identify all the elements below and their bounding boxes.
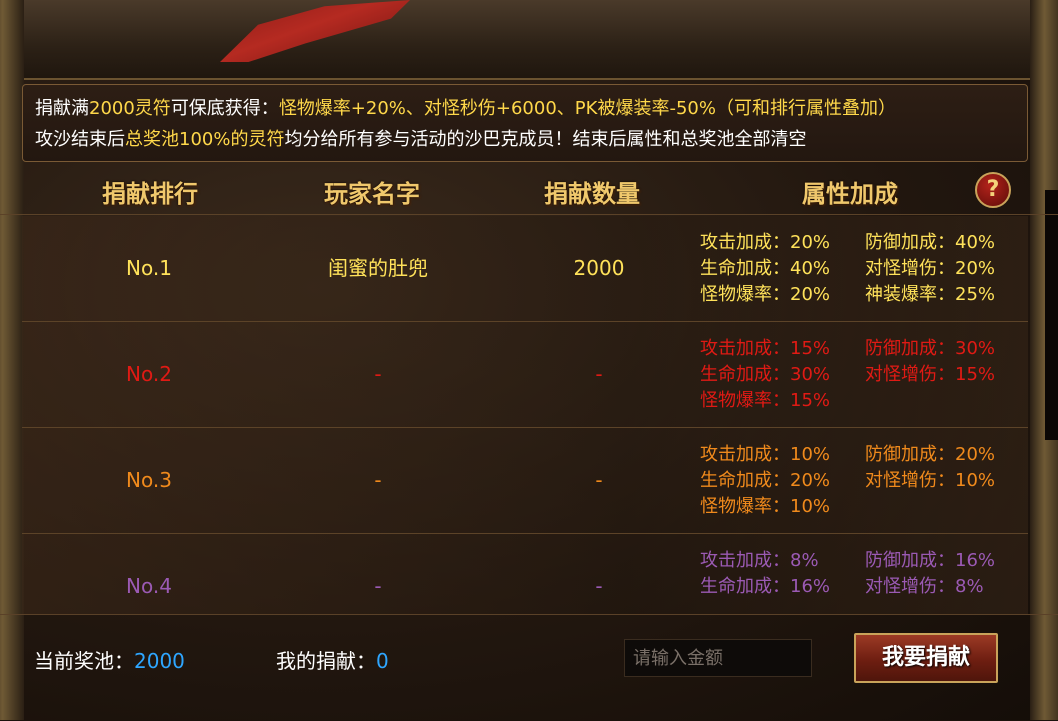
attribute-item: 防御加成：40% [865,232,996,253]
notice-text: 捐献满 [35,98,89,119]
attribute-item: 防御加成：30% [865,338,996,359]
header-amount: 捐献数量 [544,180,640,208]
ranking-row: No.1 闺蜜的肚兜 2000 攻击加成：20% 防御加成：40% 生命加成：4… [22,216,1028,322]
donation-amount: - [595,468,603,492]
attribute-item: 对怪增伤：8% [865,576,984,597]
my-donation-value: 0 [376,649,389,673]
player-name: - [374,574,382,598]
notice-highlight: 怪物爆率+20%、对怪秒伤+6000、PK被爆装率-50%（可和排行属性叠加） [278,98,896,119]
rank-label: No.2 [126,362,172,386]
attribute-item: 防御加成：16% [865,550,996,571]
panel-top-border [0,0,1058,80]
attribute-item: 对怪增伤：20% [865,258,996,279]
ranking-table: No.1 闺蜜的肚兜 2000 攻击加成：20% 防御加成：40% 生命加成：4… [22,216,1028,614]
rank-label: No.3 [126,468,172,492]
my-donation-label: 我的捐献： [276,649,376,673]
attribute-item: 对怪增伤：10% [865,470,996,491]
attribute-item: 神装爆率：25% [865,284,996,305]
player-name: - [374,362,382,386]
notice-text: 可保底获得： [170,98,279,119]
notice-highlight: 2000灵符 [89,98,171,119]
header-attributes: 属性加成 [802,180,898,208]
notice-text: 攻沙结束后 [35,129,125,150]
attribute-item: 防御加成：20% [865,444,996,465]
donation-footer: 当前奖池：2000 我的捐献：0 我要捐献 [0,614,1058,721]
left-ornament [0,0,24,720]
current-pool-label: 当前奖池： [34,649,134,673]
player-name: 闺蜜的肚兜 [328,256,428,280]
header-divider [0,214,1058,215]
attribute-item: 怪物爆率：20% [700,284,831,305]
current-pool: 当前奖池：2000 [34,645,185,674]
attribute-item: 攻击加成：8% [700,550,819,571]
notice-text: 均分给所有参与活动的沙巴克成员！结束后属性和总奖池全部清空 [284,129,807,150]
rank-label: No.4 [126,574,172,598]
attribute-item: 攻击加成：10% [700,444,831,465]
my-donation: 我的捐献：0 [276,645,389,674]
header-player: 玩家名字 [324,180,420,208]
right-edge-strip [1045,190,1058,440]
donate-button[interactable]: 我要捐献 [854,633,998,683]
rank-label: No.1 [126,256,172,280]
attribute-item: 怪物爆率：10% [700,496,831,517]
header-rank: 捐献排行 [102,180,198,208]
donation-amount: - [595,362,603,386]
notice-highlight: 总奖池100%的灵符 [125,129,285,150]
attribute-item: 攻击加成：15% [700,338,831,359]
ranking-row: No.2 - - 攻击加成：15% 防御加成：30% 生命加成：30% 对怪增伤… [22,322,1028,428]
notice-line-2: 攻沙结束后总奖池100%的灵符均分给所有参与活动的沙巴克成员！结束后属性和总奖池… [35,124,1015,155]
attribute-item: 对怪增伤：15% [865,364,996,385]
player-name: - [374,468,382,492]
help-icon[interactable]: ? [975,172,1011,208]
attribute-item: 生命加成：16% [700,576,831,597]
amount-input[interactable] [624,639,812,677]
donation-amount: - [595,574,603,598]
current-pool-value: 2000 [134,649,185,673]
attribute-item: 生命加成：20% [700,470,831,491]
ranking-header: 捐献排行 玩家名字 捐献数量 属性加成 ? [22,168,1028,214]
attribute-item: 生命加成：30% [700,364,831,385]
donation-notice: 捐献满2000灵符可保底获得：怪物爆率+20%、对怪秒伤+6000、PK被爆装率… [22,84,1028,162]
ranking-row: No.3 - - 攻击加成：10% 防御加成：20% 生命加成：20% 对怪增伤… [22,428,1028,534]
attribute-item: 怪物爆率：15% [700,390,831,411]
notice-line-1: 捐献满2000灵符可保底获得：怪物爆率+20%、对怪秒伤+6000、PK被爆装率… [35,93,1015,124]
attribute-item: 生命加成：40% [700,258,831,279]
donation-amount: 2000 [573,256,625,280]
attribute-item: 攻击加成：20% [700,232,831,253]
ranking-row: No.4 - - 攻击加成：8% 防御加成：16% 生命加成：16% 对怪增伤：… [22,534,1028,614]
